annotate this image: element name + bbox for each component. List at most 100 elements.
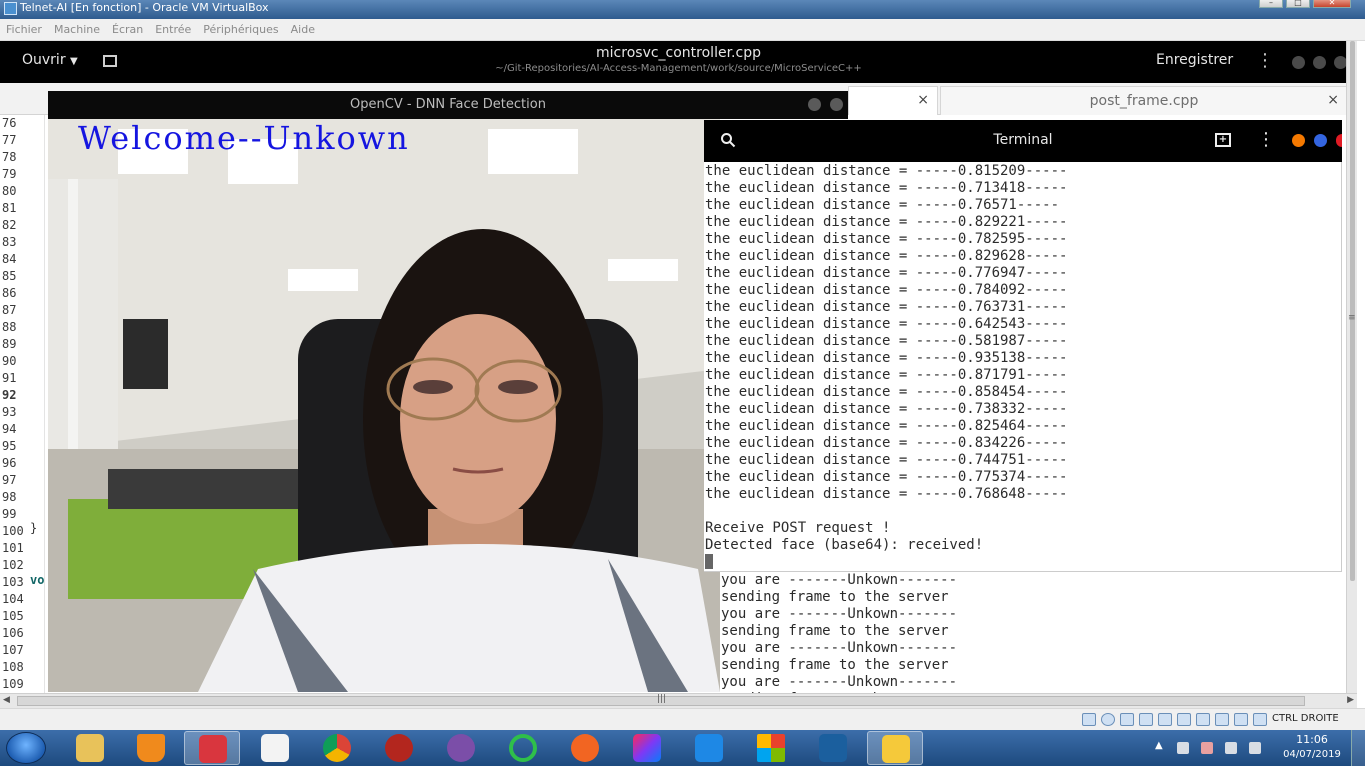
line-number: 93 <box>2 405 17 419</box>
minimize-dot-icon[interactable] <box>1292 134 1305 147</box>
terminal-output[interactable]: the euclidean distance = -----0.815209--… <box>704 162 1342 572</box>
line-number: 108 <box>2 660 24 674</box>
vlc-icon <box>137 734 165 762</box>
star-app-icon <box>261 734 289 762</box>
usb-icon[interactable] <box>1158 713 1172 726</box>
taskbar-snipping-tool[interactable] <box>184 731 240 765</box>
menu-entree[interactable]: Entrée <box>155 23 191 36</box>
tab-close-icon[interactable]: × <box>917 92 929 108</box>
terminal-line: the euclidean distance = -----0.858454--… <box>705 384 1068 400</box>
log-line: you are -------Unkown------- <box>721 572 958 588</box>
line-number: 86 <box>2 286 17 300</box>
menu-fichier[interactable]: Fichier <box>6 23 42 36</box>
intellij-icon <box>633 734 661 762</box>
menu-aide[interactable]: Aide <box>291 23 315 36</box>
menu-peripheriques[interactable]: Périphériques <box>203 23 278 36</box>
line-number: 94 <box>2 422 17 436</box>
clock-date[interactable]: 04/07/2019 <box>1282 749 1342 760</box>
taskbar-refresh-app[interactable] <box>495 731 551 765</box>
taskbar-vscode[interactable] <box>681 731 737 765</box>
tray-network-icon[interactable] <box>1177 742 1189 754</box>
close-dot-icon[interactable] <box>1336 134 1342 147</box>
line-number: 107 <box>2 643 24 657</box>
scrollbar-thumb[interactable] <box>1350 41 1355 581</box>
line-number: 102 <box>2 558 24 572</box>
line-number: 78 <box>2 150 17 164</box>
audio-icon[interactable] <box>1120 713 1134 726</box>
line-number: 99 <box>2 507 17 521</box>
taskbar-chrome[interactable] <box>309 731 365 765</box>
camera-frame: Welcome--Unkown <box>48 119 720 692</box>
menu-ecran[interactable]: Écran <box>112 23 143 36</box>
network-icon[interactable] <box>1139 713 1153 726</box>
minimize-dot-icon[interactable] <box>808 98 821 111</box>
display-icon[interactable] <box>1196 713 1210 726</box>
maximize-dot-icon[interactable] <box>1314 134 1327 147</box>
maximize-button[interactable]: □ <box>1286 0 1310 8</box>
vbox-title-bar: Telnet-AI [En fonction] - Oracle VM Virt… <box>0 0 1365 19</box>
client-log-output: you are -------Unkown------- sending fram… <box>720 572 1346 693</box>
tray-alert-icon[interactable] <box>1201 742 1213 754</box>
terminal-line: Detected face (base64): received! <box>705 537 984 553</box>
new-tab-icon[interactable]: + <box>1215 133 1231 147</box>
office-icon <box>757 734 785 762</box>
terminal-prompt-line <box>705 554 1341 571</box>
taskbar-virtualbox[interactable] <box>805 731 861 765</box>
minimize-button[interactable]: – <box>1259 0 1283 8</box>
video-capture-icon[interactable] <box>1215 713 1229 726</box>
terminal-menu-icon[interactable]: ⋮ <box>1257 129 1275 150</box>
tab-close-icon[interactable]: × <box>1327 92 1339 108</box>
gedit-menu-icon[interactable]: ⋮ <box>1256 52 1274 70</box>
maximize-dot-icon[interactable] <box>1313 56 1326 69</box>
shared-folder-icon[interactable] <box>1177 713 1191 726</box>
terminal-line: the euclidean distance = -----0.782595--… <box>705 231 1068 247</box>
scrollbar-grip-icon: ≡ <box>1348 313 1356 323</box>
taskbar-github-desktop[interactable] <box>433 731 489 765</box>
optical-drive-icon[interactable] <box>1101 713 1115 726</box>
terminal-line: the euclidean distance = -----0.871791--… <box>705 367 1068 383</box>
scroll-right-icon[interactable]: ▶ <box>1347 695 1354 705</box>
tray-expand-icon[interactable]: ▲ <box>1155 740 1163 751</box>
taskbar-star-app[interactable] <box>247 731 303 765</box>
terminal-line: the euclidean distance = -----0.815209--… <box>705 163 1068 179</box>
taskbar-pen-app[interactable] <box>557 731 613 765</box>
terminal-line: the euclidean distance = -----0.935138--… <box>705 350 1068 366</box>
line-number: 81 <box>2 201 17 215</box>
line-number: 92 <box>2 388 17 402</box>
close-dot-icon[interactable] <box>830 98 843 111</box>
start-button[interactable] <box>6 732 46 764</box>
close-button[interactable]: ✕ <box>1313 0 1351 8</box>
tab-post-frame[interactable]: post_frame.cpp × <box>940 86 1348 115</box>
line-number: 79 <box>2 167 17 181</box>
save-button[interactable]: Enregistrer <box>1156 52 1233 68</box>
taskbar-office[interactable] <box>743 731 799 765</box>
taskbar-vm-window[interactable] <box>867 731 923 765</box>
tab-microsvc-controller[interactable]: × <box>848 86 938 115</box>
virtualbox-icon <box>819 734 847 762</box>
terminal-line: the euclidean distance = -----0.763731--… <box>705 299 1068 315</box>
refresh-app-icon <box>509 734 537 762</box>
line-number: 88 <box>2 320 17 334</box>
terminal-line: the euclidean distance = -----0.784092--… <box>705 282 1068 298</box>
minimize-dot-icon[interactable] <box>1292 56 1305 69</box>
taskbar-vlc[interactable] <box>123 731 179 765</box>
show-desktop-button[interactable] <box>1351 730 1365 766</box>
volume-icon[interactable] <box>1249 742 1261 754</box>
scroll-left-icon[interactable]: ◀ <box>3 695 10 705</box>
horizontal-scrollbar[interactable]: ◀ ||| ▶ <box>0 693 1357 708</box>
tray-device-icon[interactable] <box>1225 742 1237 754</box>
vm-window-icon <box>882 735 910 763</box>
taskbar-intellij[interactable] <box>619 731 675 765</box>
line-number: 105 <box>2 609 24 623</box>
mouse-integration-icon[interactable] <box>1253 713 1267 726</box>
line-number: 96 <box>2 456 17 470</box>
hard-disk-icon[interactable] <box>1082 713 1096 726</box>
clock-time[interactable]: 11:06 <box>1282 733 1342 746</box>
taskbar-explorer[interactable] <box>62 731 118 765</box>
menu-machine[interactable]: Machine <box>54 23 100 36</box>
terminal-line: the euclidean distance = -----0.76571---… <box>705 197 1060 213</box>
vertical-scrollbar[interactable]: ≡ <box>1346 41 1357 693</box>
virtualization-icon[interactable] <box>1234 713 1248 726</box>
taskbar-spider-app[interactable] <box>371 731 427 765</box>
